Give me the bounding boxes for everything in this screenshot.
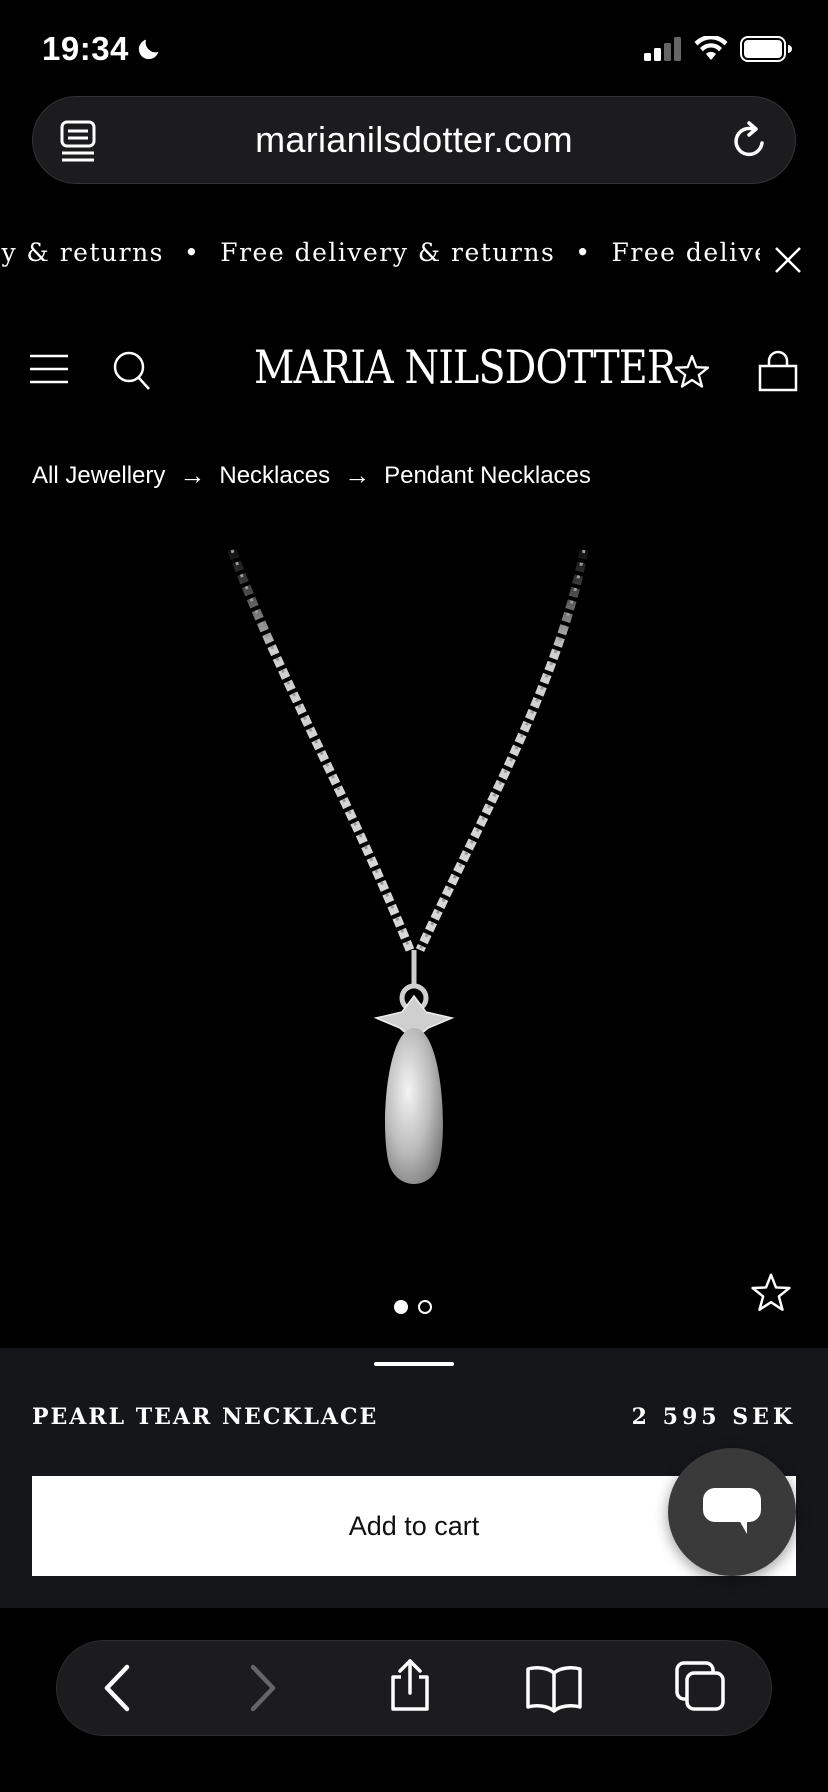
announcement-item: Free delivery [611,238,760,267]
tab-overview-icon[interactable] [59,119,99,163]
brand-logo[interactable]: MARIA NILSDOTTER [254,340,677,394]
breadcrumb-separator: → [344,460,371,490]
shopping-bag-icon[interactable] [758,350,798,392]
separator-dot: • [575,238,592,267]
image-pagination [394,1300,432,1314]
moon-icon [138,39,159,60]
breadcrumb-pendant-necklaces[interactable]: Pendant Necklaces [384,462,591,490]
pagination-dot[interactable] [418,1300,432,1314]
favorite-star-icon[interactable] [748,1270,794,1316]
announcement-item: ry & returns [0,238,164,267]
separator-dot: • [184,238,201,267]
battery-icon [740,36,792,62]
breadcrumb-necklaces[interactable]: Necklaces [219,462,330,490]
announcement-bar: ry & returns • Free delivery & returns • Fre… [0,238,760,282]
product-price: 2 595 SEK [631,1404,796,1430]
reload-icon[interactable] [729,119,771,163]
url-text[interactable]: marianilsdotter.com [255,119,573,161]
announcement-text: ry & returns • Free delivery & returns • Fre… [0,238,760,267]
product-image[interactable] [0,520,828,1240]
browser-toolbar [56,1640,772,1736]
back-icon[interactable] [101,1663,133,1713]
forward-icon [250,1664,276,1712]
close-icon[interactable] [772,244,804,276]
breadcrumb-separator: → [179,460,206,490]
wishlist-star-icon[interactable] [672,352,712,392]
chat-button[interactable] [668,1448,796,1576]
drawer-handle[interactable] [374,1362,454,1366]
search-icon[interactable] [112,350,152,392]
product-name: PEARL TEAR NECKLACE [32,1404,379,1430]
signal-icon [644,37,681,61]
status-bar: 19:34 [0,0,828,96]
breadcrumb-all-jewellery[interactable]: All Jewellery [32,462,165,490]
status-time: 19:34 [42,30,163,68]
tabs-icon[interactable] [673,1659,727,1713]
breadcrumb: All Jewellery → Necklaces → Pendant Neck… [32,460,591,491]
address-bar[interactable]: marianilsdotter.com [32,96,796,184]
wifi-icon [694,36,728,60]
clock: 19:34 [42,30,129,67]
bookmarks-icon[interactable] [525,1663,583,1713]
pagination-dot-active[interactable] [394,1300,408,1314]
menu-icon[interactable] [30,354,68,384]
chat-bubble-icon [703,1488,761,1534]
share-icon[interactable] [387,1657,433,1713]
status-indicators [644,36,792,62]
announcement-item: Free delivery & returns [220,238,556,267]
